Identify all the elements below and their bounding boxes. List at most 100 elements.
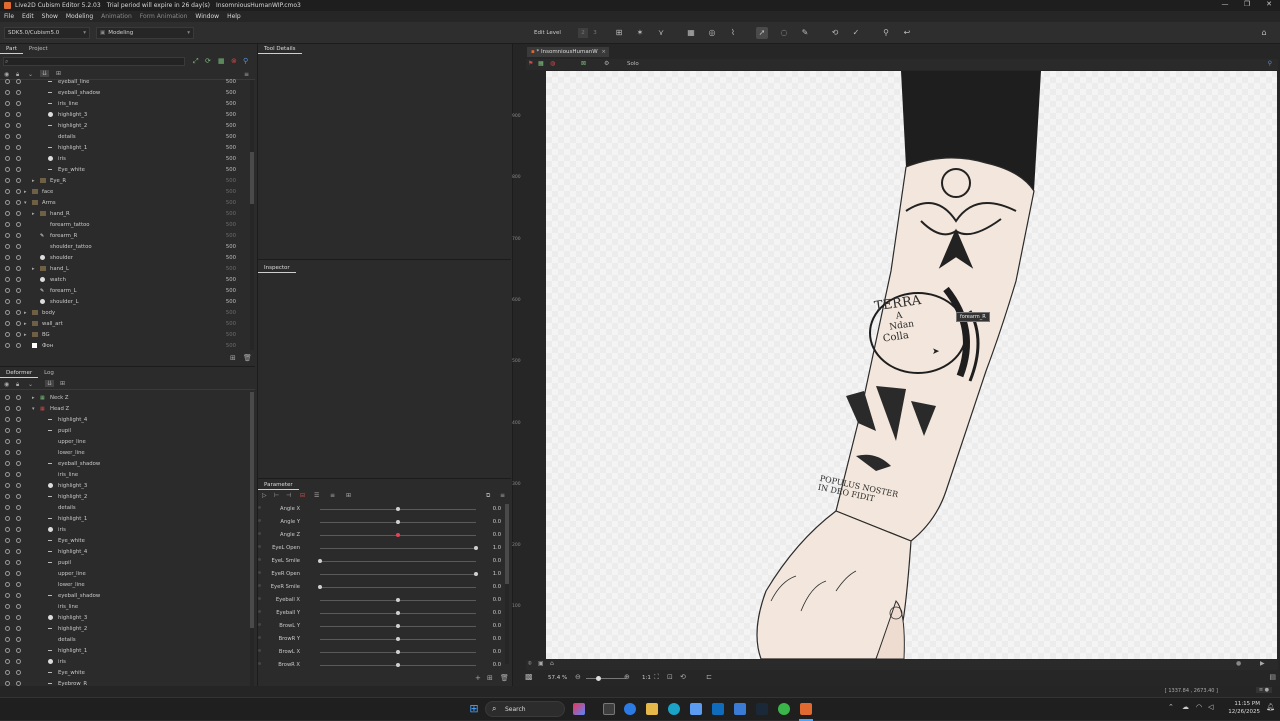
lock-toggle-icon[interactable] [16,549,21,554]
lock-toggle-icon[interactable] [16,200,21,205]
deformer-row[interactable]: iris_line [0,601,248,612]
slider-thumb[interactable] [318,585,322,589]
tab-project[interactable]: Project [23,44,54,54]
lock-toggle-icon[interactable] [16,395,21,400]
part-scrollbar[interactable] [250,80,254,350]
eye-toggle-icon[interactable] [5,123,10,128]
paint-tool-icon[interactable]: ✎ [799,27,811,39]
parameter-slider[interactable] [320,574,476,575]
part-row[interactable]: iris 500 [0,153,250,164]
part-row[interactable]: ▸ body 500 [0,307,250,318]
eye-toggle-icon[interactable] [5,233,10,238]
lock-toggle-icon[interactable] [16,299,21,304]
deformer-row[interactable]: pupil [0,557,248,568]
part-row[interactable]: details 500 [0,131,250,142]
deformer-row[interactable]: highlight_2 [0,491,248,502]
lock-toggle-icon[interactable] [16,332,21,337]
slider-thumb[interactable] [396,611,400,615]
slider-thumb[interactable] [396,520,400,524]
expand-icon[interactable]: ⤢ [193,57,199,66]
eye-toggle-icon[interactable] [5,145,10,150]
lock-toggle-icon[interactable] [16,538,21,543]
lock-header-icon[interactable]: 🔒︎ [16,381,19,389]
lock-toggle-icon[interactable] [16,134,21,139]
eye-toggle-icon[interactable] [5,538,10,543]
lock-toggle-icon[interactable] [16,90,21,95]
pin-icon[interactable]: ⚲ [1268,60,1272,67]
lock-toggle-icon[interactable] [16,560,21,565]
key-add-icon[interactable]: ⊢ [274,492,279,499]
auto-mesh-icon[interactable]: ✶ [634,27,646,39]
deformer-row[interactable]: Eye_white [0,667,248,678]
clock-date[interactable]: 12/26/2025 [1226,709,1260,715]
notification-icon[interactable]: 🔔︎ [1266,703,1275,711]
list-alt-icon[interactable]: ≡ [330,492,335,499]
brush-icon[interactable]: ⌇ [727,27,739,39]
copilot-icon[interactable] [573,703,585,715]
part-row[interactable]: highlight_3 500 [0,109,250,120]
part-row[interactable]: shoulder_tattoo 500 [0,241,250,252]
slider-thumb[interactable] [474,546,478,550]
clock-time[interactable]: 11:15 PM [1226,701,1260,707]
part-row[interactable]: ▸ wall_art 500 [0,318,250,329]
lock-toggle-icon[interactable] [16,637,21,642]
deformer-row[interactable]: details [0,634,248,645]
part-row[interactable]: iris_line 500 [0,98,250,109]
task-view-icon[interactable] [603,703,615,715]
lock-toggle-icon[interactable] [16,483,21,488]
chevron-right-icon[interactable]: ▸ [24,321,27,327]
trash-icon[interactable]: 🗑︎ [500,674,509,682]
eye-toggle-icon[interactable] [5,461,10,466]
tab-log[interactable]: Log [38,368,60,378]
lock-toggle-icon[interactable] [16,494,21,499]
chevron-right-icon[interactable]: ▸ [24,189,27,195]
lock-toggle-icon[interactable] [16,516,21,521]
sdk-dropdown[interactable]: SDK5.0/Cubism5.0 ▾ [4,27,90,39]
lock-toggle-icon[interactable] [16,428,21,433]
deformer-row[interactable]: upper_line [0,568,248,579]
lock-toggle-icon[interactable] [16,505,21,510]
actual-size-button[interactable]: 1:1 [642,675,651,681]
lock-toggle-icon[interactable] [16,461,21,466]
parameter-value[interactable]: 0.0 [493,506,501,512]
parameter-slider[interactable] [320,548,476,549]
warp-deformer-icon[interactable]: ▦ [685,27,697,39]
tab-parameter[interactable]: Parameter [258,480,299,490]
lock-toggle-icon[interactable] [16,406,21,411]
part-row[interactable]: Eye_white 500 [0,164,250,175]
lock-toggle-icon[interactable] [16,310,21,315]
menu-help[interactable]: Help [227,13,241,20]
eye-toggle-icon[interactable] [5,299,10,304]
menu-file[interactable]: File [4,13,14,20]
lock-toggle-icon[interactable] [16,288,21,293]
chevron-right-icon[interactable]: ▸ [32,266,35,272]
deformer-row[interactable]: ▸ ▦ Neck Z [0,392,248,403]
slider-thumb[interactable] [318,559,322,563]
record-icon[interactable]: ● [1236,660,1241,667]
parameter-value[interactable]: 0.0 [493,532,501,538]
deformer-row[interactable]: lower_line [0,447,248,458]
menu-show[interactable]: Show [42,13,58,20]
tray-cloud-icon[interactable]: ☁ [1182,703,1189,711]
part-row[interactable]: ✎ forearm_R 500 [0,230,250,241]
eye-toggle-icon[interactable] [5,156,10,161]
part-row[interactable]: ▸ face 500 [0,186,250,197]
eye-toggle-icon[interactable] [5,428,10,433]
deformer-row[interactable]: highlight_2 [0,623,248,634]
steam-icon[interactable] [756,703,768,715]
eye-toggle-icon[interactable] [5,417,10,422]
eye-toggle-icon[interactable] [5,483,10,488]
slider-thumb[interactable] [396,637,400,641]
tab-part[interactable]: Part [0,44,23,54]
parameter-value[interactable]: 1.0 [493,545,501,551]
eye-toggle-icon[interactable] [5,560,10,565]
deformer-row[interactable]: details [0,502,248,513]
part-row[interactable]: highlight_2 500 [0,120,250,131]
parameter-value[interactable]: 0.0 [493,597,501,603]
menu-animation[interactable]: Animation [101,13,132,20]
menu-edit[interactable]: Edit [22,13,34,20]
rotation-deformer-icon[interactable]: ◎ [706,27,718,39]
lock-toggle-icon[interactable] [16,101,21,106]
grid-icon[interactable]: ▦ [218,57,225,65]
glue-icon[interactable]: ⋎ [655,27,667,39]
